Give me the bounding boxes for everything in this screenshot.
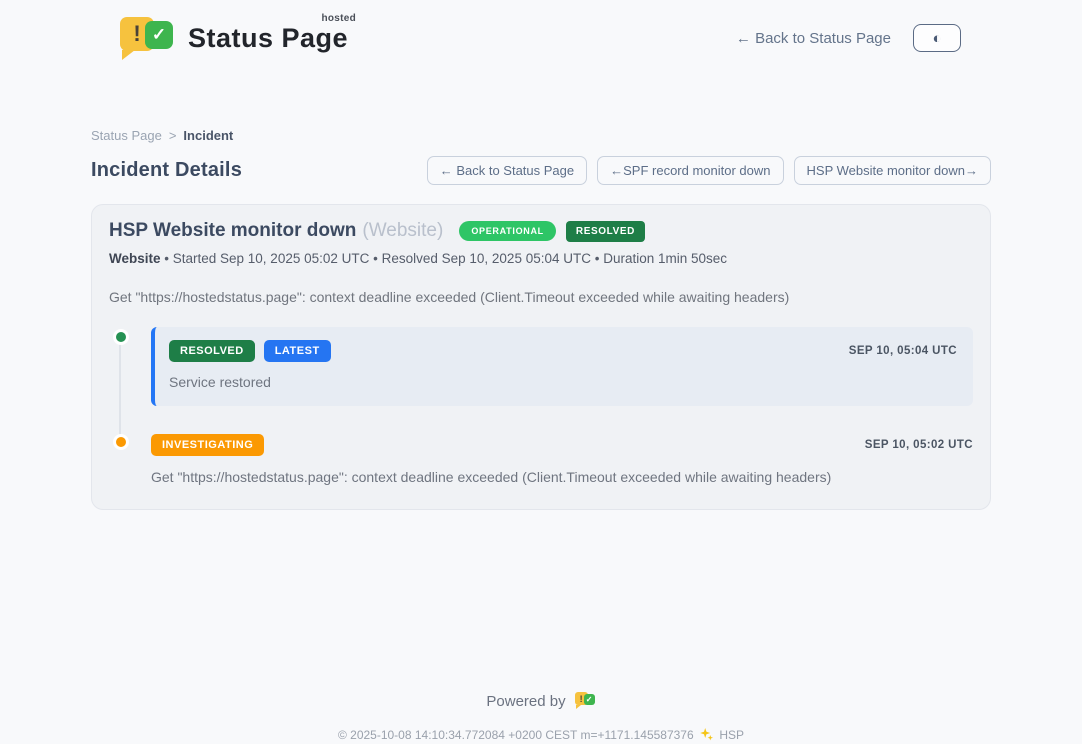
main-content: Status Page > Incident Incident Details … — [91, 128, 991, 510]
incident-card: HSP Website monitor down (Website) OPERA… — [91, 204, 991, 510]
sparkles-icon — [700, 728, 713, 744]
copyright-prefix: © 2025-10-08 14:10:34.772084 +0200 CEST … — [338, 728, 694, 742]
incident-nav-buttons: ← Back to Status Page ←SPF record monito… — [427, 156, 991, 185]
checkmark-icon: ✓ — [584, 694, 595, 705]
copyright-suffix: HSP — [719, 728, 744, 742]
copyright-line: © 2025-10-08 14:10:34.772084 +0200 CEST … — [0, 728, 1082, 744]
brand-name-label: Status Page — [188, 23, 348, 53]
timeline-resolved-badge: RESOLVED — [169, 340, 255, 362]
timeline-item-investigating: INVESTIGATING SEP 10, 05:02 UTC Get "htt… — [151, 434, 973, 485]
incident-meta-component: Website — [109, 251, 161, 266]
timeline-latest-badge: LATEST — [264, 340, 331, 362]
title-row: Incident Details ← Back to Status Page ←… — [91, 156, 991, 185]
incident-card-header: HSP Website monitor down (Website) OPERA… — [109, 220, 973, 242]
timeline-message: Service restored — [169, 374, 957, 390]
incident-description: Get "https://hostedstatus.page": context… — [109, 289, 973, 305]
timeline-item-head: INVESTIGATING SEP 10, 05:02 UTC — [151, 434, 973, 456]
next-incident-button[interactable]: HSP Website monitor down→ — [794, 156, 991, 185]
timeline-badges: RESOLVED LATEST — [169, 340, 331, 362]
half-circle-icon: ◐ — [932, 31, 941, 46]
brand-hosted-label: hosted — [321, 13, 356, 24]
operational-badge: OPERATIONAL — [459, 221, 556, 241]
timeline-timestamp: SEP 10, 05:04 UTC — [849, 345, 957, 357]
status-page-mini-logo-icon: ! ✓ — [575, 691, 596, 711]
timeline-badges: INVESTIGATING — [151, 434, 264, 456]
back-to-status-page-button[interactable]: ← Back to Status Page — [427, 156, 587, 185]
resolved-badge: RESOLVED — [566, 221, 645, 242]
timeline-dot-green — [113, 329, 129, 345]
incident-component: (Website) — [362, 220, 443, 242]
breadcrumb-incident: Incident — [183, 128, 233, 143]
timeline-latest-box: RESOLVED LATEST SEP 10, 05:04 UTC Servic… — [151, 327, 973, 406]
prev-incident-button[interactable]: ←SPF record monitor down — [597, 156, 783, 185]
powered-by-link[interactable]: Powered by ! ✓ — [0, 691, 1082, 711]
checkmark-icon: ✓ — [145, 21, 173, 49]
incident-title: HSP Website monitor down — [109, 220, 356, 242]
brand-name: Status Page hosted — [188, 23, 348, 54]
header: ! ✓ Status Page hosted ← Back to Status … — [0, 0, 1082, 62]
breadcrumb: Status Page > Incident — [91, 128, 991, 143]
timeline-connector-line — [119, 343, 121, 437]
timeline-message: Get "https://hostedstatus.page": context… — [151, 469, 973, 485]
incident-timeline: RESOLVED LATEST SEP 10, 05:04 UTC Servic… — [109, 327, 973, 485]
powered-by-label: Powered by — [486, 693, 565, 710]
theme-toggle-button[interactable]: ◐ — [913, 24, 961, 52]
breadcrumb-status-page[interactable]: Status Page — [91, 128, 162, 143]
breadcrumb-separator: > — [169, 128, 177, 143]
incident-meta-details: • Started Sep 10, 2025 05:02 UTC • Resol… — [161, 251, 728, 266]
incident-meta: Website • Started Sep 10, 2025 05:02 UTC… — [109, 251, 973, 266]
timeline-item-resolved: RESOLVED LATEST SEP 10, 05:04 UTC Servic… — [151, 327, 973, 406]
header-back-link[interactable]: ← Back to Status Page — [736, 30, 891, 47]
header-right: ← Back to Status Page ◐ — [736, 24, 961, 52]
page-title: Incident Details — [91, 159, 242, 182]
timeline-investigating-badge: INVESTIGATING — [151, 434, 264, 456]
timeline-dot-orange — [113, 434, 129, 450]
timeline-timestamp: SEP 10, 05:02 UTC — [865, 439, 973, 451]
brand[interactable]: ! ✓ Status Page hosted — [120, 14, 348, 62]
timeline-item-head: RESOLVED LATEST SEP 10, 05:04 UTC — [169, 340, 957, 362]
status-page-logo-icon: ! ✓ — [120, 14, 174, 62]
